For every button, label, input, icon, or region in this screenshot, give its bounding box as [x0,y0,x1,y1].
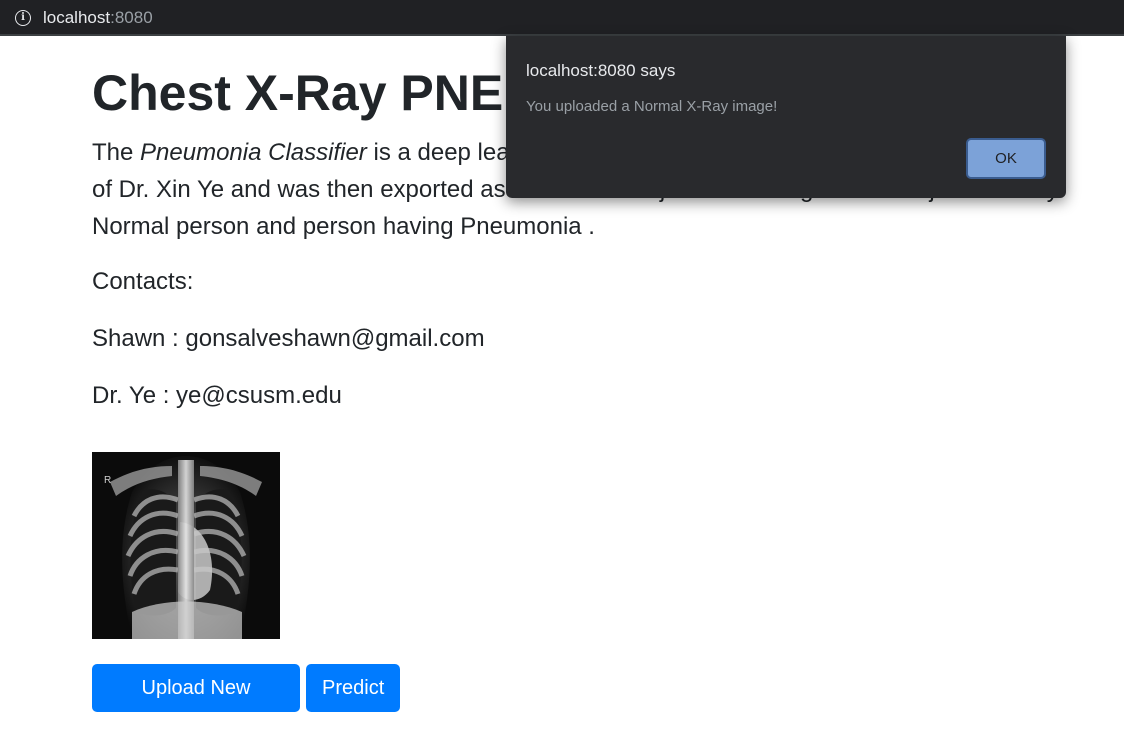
url-host: localhost [43,8,111,27]
xray-graphic: R [92,452,280,639]
dialog-message: You uploaded a Normal X-Ray image! [526,98,778,115]
contact-shawn: Shawn : gonsalveshawn@gmail.com [92,325,485,352]
description-prefix: The [92,139,141,166]
browser-address-bar: i localhost:8080 [0,0,1124,36]
url-bar[interactable]: localhost:8080 [43,8,153,28]
xray-marker: R [104,475,111,486]
ok-button[interactable]: OK [966,138,1046,179]
dialog-title: localhost:8080 says [526,61,676,80]
contacts-label: Contacts: [92,268,194,295]
xray-image: R [92,452,280,639]
predict-button[interactable]: Predict [306,664,400,712]
url-port: :8080 [110,8,153,27]
contact-ye: Dr. Ye : ye@csusm.edu [92,382,342,409]
description-line-3: Normal person and person having Pneumoni… [92,213,595,240]
classifier-name: Pneumonia Classifier [140,139,367,166]
action-buttons: Upload New Picture Predict [92,664,400,747]
info-icon[interactable]: i [15,10,31,26]
alert-dialog: localhost:8080 says You uploaded a Norma… [506,36,1066,198]
upload-new-picture-button[interactable]: Upload New Picture [92,664,300,747]
